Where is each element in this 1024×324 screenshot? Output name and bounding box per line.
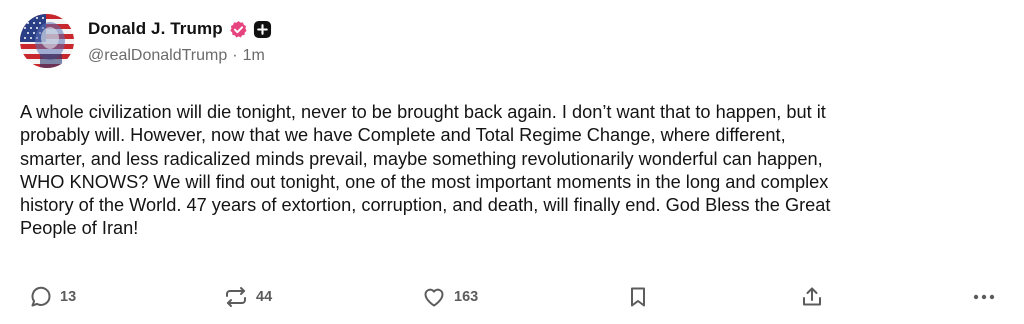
repost-count: 44 [256, 289, 273, 305]
reply-icon [29, 285, 53, 309]
display-name[interactable]: Donald J. Trump [88, 19, 223, 39]
name-row: Donald J. Trump [88, 17, 272, 41]
verified-badge-icon [229, 20, 248, 39]
plus-icon[interactable] [253, 20, 272, 39]
more-button[interactable] [971, 280, 997, 314]
handle-row: @realDonaldTrump · 1m [88, 47, 272, 65]
post-header: Donald J. Trump @realDonaldTrump · 1m [20, 13, 272, 69]
bookmark-button[interactable] [627, 280, 649, 314]
separator: · [232, 47, 238, 64]
post-text: A whole civilization will die tonight, n… [20, 102, 831, 239]
post-card: Donald J. Trump @realDonaldTrump · 1m A … [0, 0, 1024, 324]
bookmark-icon [627, 285, 649, 309]
action-bar: 13 44 163 [0, 280, 1024, 314]
avatar[interactable] [20, 14, 74, 68]
share-button[interactable] [800, 280, 824, 314]
like-count: 163 [454, 289, 479, 305]
repost-button[interactable]: 44 [223, 280, 272, 314]
like-button[interactable]: 163 [421, 280, 478, 314]
repost-icon [223, 285, 249, 309]
handle[interactable]: @realDonaldTrump [88, 47, 227, 65]
more-icon [971, 285, 997, 309]
author-identity: Donald J. Trump @realDonaldTrump · 1m [88, 17, 272, 65]
heart-icon [421, 285, 447, 309]
reply-button[interactable]: 13 [29, 280, 76, 314]
timestamp[interactable]: 1m [243, 47, 265, 65]
share-icon [800, 285, 824, 309]
flag-portrait-avatar-icon [20, 14, 74, 68]
reply-count: 13 [60, 289, 77, 305]
